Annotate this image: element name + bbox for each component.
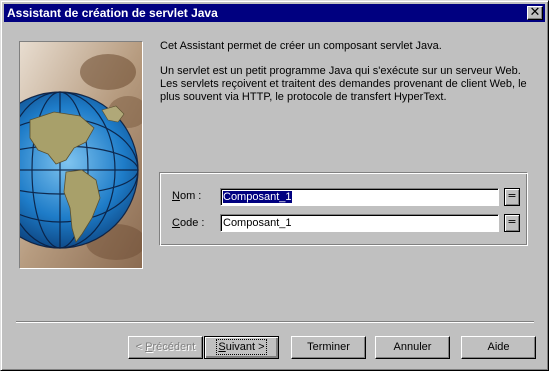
title-bar[interactable]: Assistant de création de servlet Java ✕ (4, 4, 545, 22)
intro-line-2: Un servlet est un petit programme Java q… (160, 65, 527, 103)
cancel-button[interactable]: Annuler (375, 336, 450, 359)
window-title: Assistant de création de servlet Java (7, 6, 218, 20)
nom-label-rest: om : (179, 190, 202, 202)
button-separator (16, 321, 534, 323)
intro-line-1: Cet Assistant permet de créer un composa… (160, 40, 442, 52)
nom-label-accel: N (172, 190, 180, 202)
nom-label: Nom : (172, 190, 201, 202)
wizard-window: Assistant de création de servlet Java ✕ (0, 0, 549, 371)
close-icon: ✕ (529, 5, 541, 20)
next-rest: uivant > (225, 341, 265, 353)
nom-equals-button[interactable]: = (504, 188, 520, 206)
code-label-rest: ode : (179, 217, 205, 229)
globe-illustration (19, 41, 143, 269)
intro-text: Cet Assistant permet de créer un composa… (160, 40, 530, 116)
code-label-accel: C (172, 217, 180, 229)
previous-button[interactable]: < Précédent (128, 336, 203, 359)
close-button[interactable]: ✕ (527, 5, 543, 20)
globe-icon (20, 42, 142, 268)
nom-input[interactable]: Composant_1 (220, 188, 499, 206)
next-button[interactable]: Suivant > (204, 336, 279, 359)
code-value: Composant_1 (223, 217, 292, 229)
previous-accel: P (145, 341, 153, 353)
next-accel: S (218, 341, 226, 353)
next-label: Suivant > (216, 339, 267, 355)
code-label: Code : (172, 217, 204, 229)
previous-prefix: < (135, 341, 146, 353)
help-button[interactable]: Aide (461, 336, 536, 359)
name-code-group: Nom : Composant_1 = Code : Composant_1 = (159, 172, 528, 246)
code-equals-button[interactable]: = (504, 214, 520, 232)
code-input[interactable]: Composant_1 (220, 214, 499, 232)
finish-button[interactable]: Terminer (291, 336, 366, 359)
nom-value: Composant_1 (223, 191, 292, 203)
previous-rest: récédent (152, 341, 196, 353)
